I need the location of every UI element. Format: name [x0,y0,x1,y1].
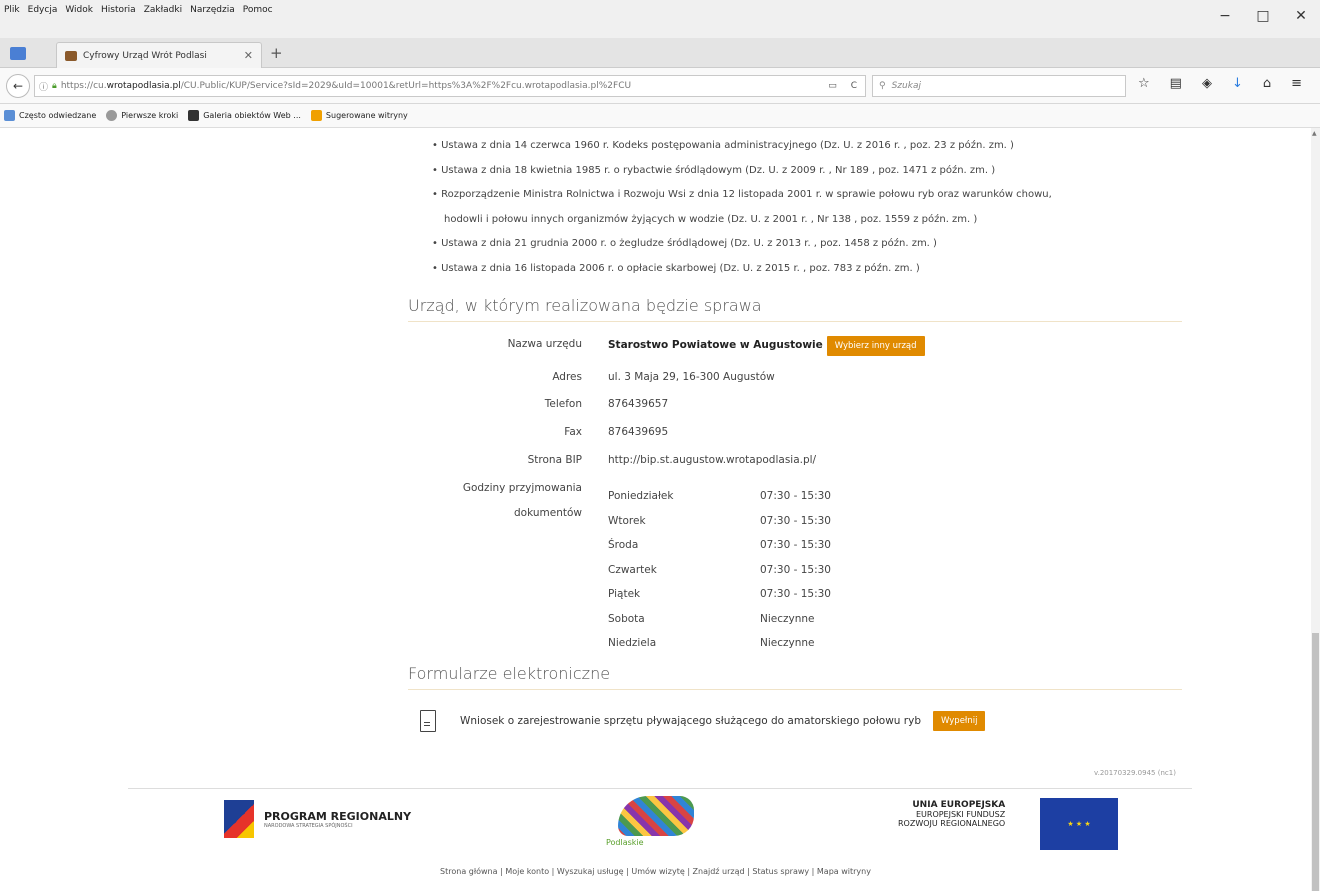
phone-value: 876439657 [608,398,669,410]
url-domain: wrotapodlasia.pl [106,81,181,91]
tab-close-icon[interactable]: ✕ [244,49,253,62]
footer-divider [128,788,1192,789]
table-row: Piątek 07:30 - 15:30 [608,588,831,601]
info-icon[interactable]: ⓘ [39,80,48,93]
url-prefix: https://cu. [60,81,107,91]
tab-bar: Cyfrowy Urząd Wrót Podlasi ✕ + [0,38,1320,68]
minimize-button[interactable]: − [1206,0,1244,32]
menu-help[interactable]: Pomoc [243,5,273,15]
table-row: Czwartek 07:30 - 15:30 [608,563,831,576]
bookmark-star-icon[interactable]: ☆ [1138,76,1150,91]
table-row: Wtorek 07:30 - 15:30 [608,514,831,527]
menu-view[interactable]: Widok [65,5,93,15]
list-item: Ustawa z dnia 16 listopada 2006 r. o opł… [432,257,1052,282]
hours-label-2: dokumentów [514,507,582,519]
bookmark-item[interactable]: Galeria obiektów Web ... [188,110,301,121]
new-tab-button[interactable]: + [270,44,283,62]
form-item: Wniosek o zarejestrowanie sprzętu pływaj… [420,710,986,732]
reader-view-icon[interactable]: ▭ [828,81,837,91]
podlaskie-logo: Podlaskie [606,796,698,852]
menu-bookmarks[interactable]: Zakładki [144,5,182,15]
lock-icon: 🔒︎ [52,81,57,91]
form-title: Wniosek o zarejestrowanie sprzętu pływaj… [460,715,922,727]
pocket-icon[interactable]: ◈ [1202,76,1212,91]
fill-form-button[interactable]: Wypełnij [933,711,986,731]
bookmark-item[interactable]: Często odwiedzane [4,110,96,121]
search-icon: ⚲ [879,81,886,91]
scrollbar-thumb[interactable] [1312,633,1319,891]
list-item: hodowli i połowu innych organizmów żyjąc… [444,213,978,225]
scroll-up-icon[interactable]: ▲ [1312,130,1317,137]
version-text: v.20170329.0945 (nc1) [1094,769,1176,777]
office-name: Starostwo Powiatowe w Augustowie [608,339,823,351]
list-item: Ustawa z dnia 18 kwietnia 1985 r. o ryba… [432,159,1052,184]
nav-bar: ← ⓘ 🔒︎ https://cu.wrotapodlasia.pl/CU.Pu… [0,68,1320,104]
forms-heading: Formularze elektroniczne [408,664,1182,690]
download-icon[interactable]: ↓ [1232,76,1243,91]
bookmarks-toolbar: Często odwiedzane Pierwsze kroki Galeria… [0,104,1320,128]
table-row: Niedziela Nieczynne [608,637,815,650]
url-path: /CU.Public/KUP/Service?sId=2029&uId=1000… [180,81,632,91]
fax-label: Fax [564,426,582,438]
menu-edit[interactable]: Edycja [28,5,58,15]
table-row: Sobota Nieczynne [608,612,815,625]
phone-label: Telefon [544,398,582,410]
choose-other-office-button[interactable]: Wybierz inny urząd [826,336,925,356]
list-item: Rozporządzenie Ministra Rolnictwa i Rozw… [432,183,1052,208]
bookmark-item[interactable]: Sugerowane witryny [310,110,408,121]
legal-basis-list: Ustawa z dnia 14 czerwca 1960 r. Kodeks … [432,134,1052,281]
hours-label: Godziny przyjmowania [462,482,582,494]
bip-label: Strona BIP [527,454,582,466]
close-window-button[interactable]: ✕ [1282,0,1320,32]
list-item: Ustawa z dnia 21 grudnia 2000 r. o żeglu… [432,232,1052,257]
tab-groups-icon[interactable] [10,47,26,60]
table-row: Poniedziałek 07:30 - 15:30 [608,490,831,503]
hours-table: Poniedziałek 07:30 - 15:30 Wtorek 07:30 - … [608,484,831,656]
list-item: Ustawa z dnia 14 czerwca 1960 r. Kodeks … [432,134,1052,159]
bookmark-item[interactable]: Pierwsze kroki [106,110,178,121]
search-input[interactable]: ⚲ Szukaj [872,75,1126,97]
tab-active[interactable]: Cyfrowy Urząd Wrót Podlasi ✕ [56,42,262,68]
menu-bar: Plik Edycja Widok Historia Zakładki Narz… [0,0,1320,38]
clipboard-icon[interactable]: ▤ [1170,76,1182,91]
eu-flag-icon: ★ ★ ★ [1040,798,1118,850]
scrollbar[interactable]: ▲ [1311,128,1320,891]
menu-history[interactable]: Historia [101,5,136,15]
ue-text: UNIA EUROPEJSKA EUROPEJSKI FUNDUSZ ROZWO… [898,800,1006,828]
search-placeholder: Szukaj [891,81,921,91]
office-name-label: Nazwa urzędu [507,338,582,350]
menu-file[interactable]: Plik [4,5,20,15]
page-content: Ustawa z dnia 14 czerwca 1960 r. Kodeks … [0,128,1311,891]
reload-button[interactable]: C [851,81,857,91]
podlaskie-label: Podlaskie [606,838,644,847]
document-icon [420,710,436,732]
hamburger-menu-icon[interactable]: ≡ [1291,76,1302,91]
program-name: PROGRAM REGIONALNY [264,809,412,823]
program-logo-mark [224,800,254,838]
bison-icon [618,796,694,836]
program-regionalny-logo: PROGRAM REGIONALNY NARODOWA STRATEGIA SP… [224,800,411,838]
address-label: Adres [552,371,582,383]
menu-tools[interactable]: Narzędzia [190,5,235,15]
fax-value: 876439695 [608,426,669,438]
home-icon[interactable]: ⌂ [1263,76,1271,91]
bip-link[interactable]: http://bip.st.augustow.wrotapodlasia.pl/ [608,454,816,466]
tab-title: Cyfrowy Urząd Wrót Podlasi [83,50,207,61]
office-heading: Urząd, w którym realizowana będzie spraw… [408,296,1182,322]
back-button[interactable]: ← [6,74,30,98]
footer-links[interactable]: Strona główna | Moje konto | Wyszukaj us… [0,867,1311,876]
maximize-button[interactable]: □ [1244,0,1282,32]
favicon-icon [65,50,77,61]
address-value: ul. 3 Maja 29, 16-300 Augustów [608,371,775,383]
url-bar[interactable]: ⓘ 🔒︎ https://cu.wrotapodlasia.pl/CU.Publ… [34,75,866,97]
table-row: Środa 07:30 - 15:30 [608,539,831,552]
program-subtitle: NARODOWA STRATEGIA SPÓJNOŚCI [264,822,353,829]
